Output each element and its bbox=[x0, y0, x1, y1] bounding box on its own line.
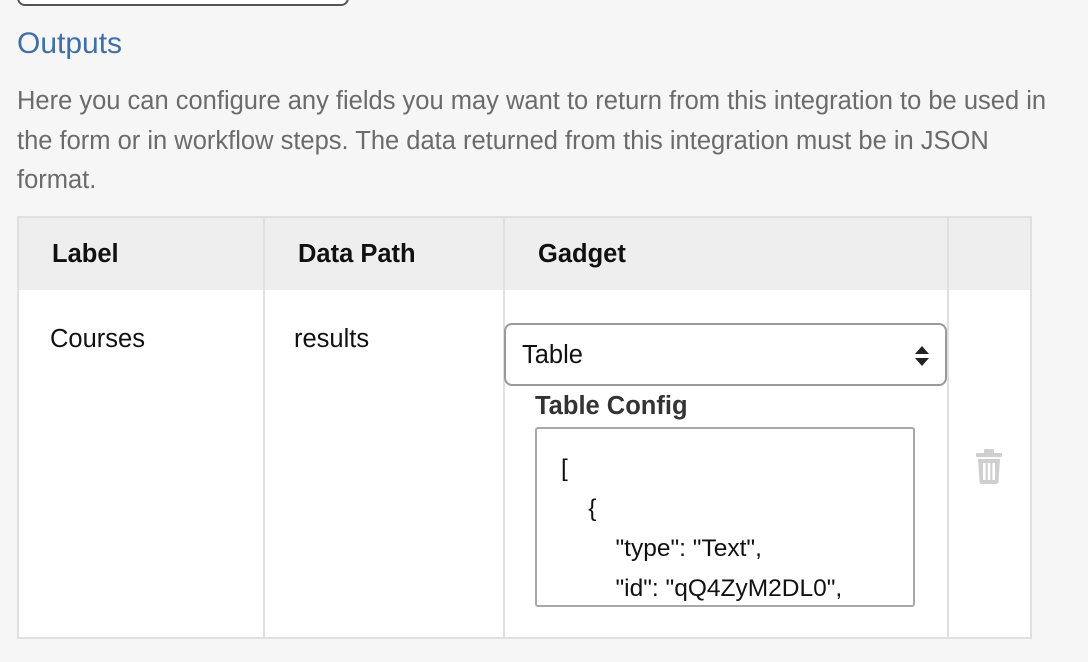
trash-icon[interactable] bbox=[974, 448, 1004, 484]
section-description: Here you can configure any fields you ma… bbox=[17, 87, 1047, 194]
column-divider bbox=[503, 218, 505, 637]
sort-arrows-icon bbox=[913, 343, 931, 369]
table-config-label: Table Config bbox=[535, 392, 688, 420]
header-gadget: Gadget bbox=[538, 240, 626, 268]
page: Outputs Here you can configure any field… bbox=[0, 0, 1088, 662]
table-config-text: [ { "type": "Text", "id": "qQ4ZyM2DL0", bbox=[561, 455, 843, 602]
header-label: Label bbox=[52, 240, 119, 268]
outputs-table: Label Data Path Gadget Courses results T… bbox=[17, 216, 1032, 639]
previous-field-input[interactable] bbox=[17, 0, 349, 6]
table-config-textarea[interactable]: [ { "type": "Text", "id": "qQ4ZyM2DL0", bbox=[535, 427, 915, 607]
section-title: Outputs bbox=[17, 27, 123, 60]
header-data-path: Data Path bbox=[298, 240, 416, 268]
row-label-cell: Courses bbox=[50, 325, 145, 353]
gadget-select-value: Table bbox=[522, 341, 583, 369]
gadget-select[interactable]: Table bbox=[504, 323, 947, 386]
column-divider bbox=[263, 218, 265, 637]
column-divider bbox=[947, 218, 949, 637]
row-data-path-cell: results bbox=[294, 325, 370, 353]
table-header bbox=[19, 218, 1030, 290]
